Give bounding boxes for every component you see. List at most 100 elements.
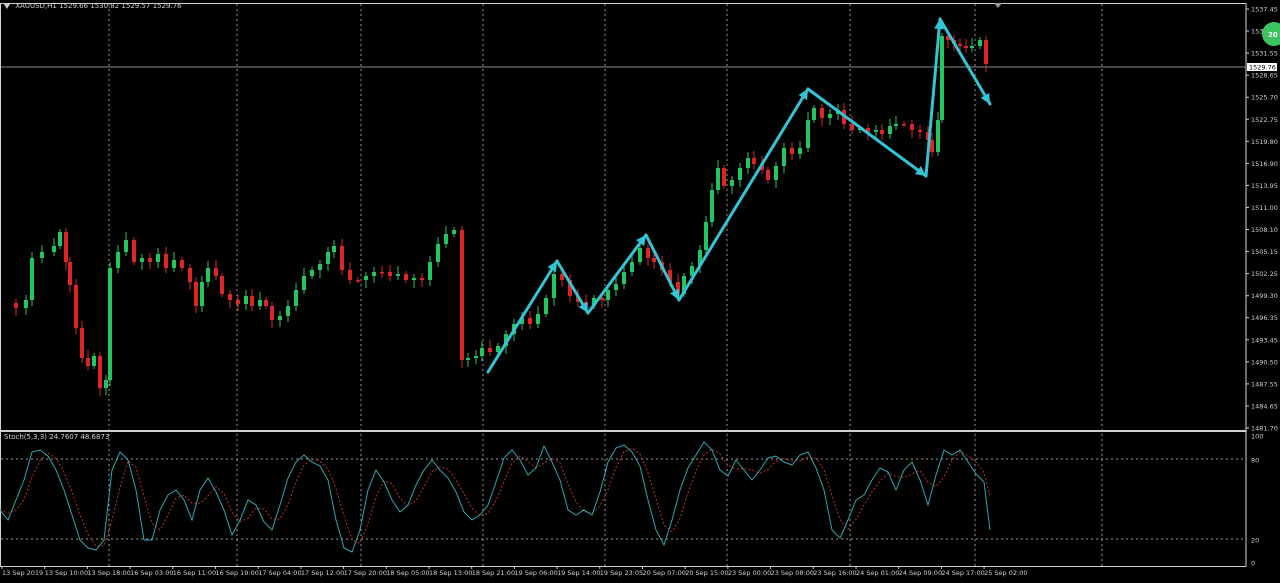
- time-label: 20 Sep 07:00: [643, 569, 686, 577]
- candle-body: [396, 274, 400, 276]
- candle-body: [206, 268, 210, 282]
- candle-body: [318, 264, 322, 270]
- candle-body: [894, 124, 898, 126]
- candle-body: [200, 282, 204, 306]
- price-label: 1490.50: [1251, 358, 1278, 366]
- time-label: 19 Sep 14:00: [557, 569, 600, 577]
- candle-body: [278, 316, 282, 320]
- candle-body: [716, 168, 720, 190]
- candle-body: [332, 246, 336, 252]
- candle-body: [544, 298, 548, 314]
- main-frame: [0, 3, 1247, 431]
- candle-body: [910, 124, 914, 130]
- candle-body: [936, 120, 940, 152]
- candle-body: [404, 274, 408, 280]
- candle-body: [14, 303, 18, 308]
- candle-body: [552, 274, 556, 298]
- price-label: 1531.55: [1251, 50, 1278, 58]
- trend-arrow-line: [644, 233, 681, 302]
- time-label: 23 Sep 00:00: [728, 569, 771, 577]
- trend-arrow-line: [586, 233, 648, 315]
- scroll-marker-icon: [994, 3, 1002, 8]
- time-label: 20 Sep 15:00: [685, 569, 728, 577]
- candle-body: [310, 270, 314, 276]
- time-label: 18 Sep 21:00: [472, 569, 515, 577]
- candle-body: [560, 274, 564, 280]
- trend-arrow-line: [938, 17, 992, 106]
- candle-body: [474, 356, 478, 358]
- candle-body: [258, 300, 262, 306]
- candle-body: [722, 168, 726, 186]
- candle-body: [140, 258, 144, 262]
- candle-body: [264, 300, 268, 306]
- price-label: 1505.15: [1251, 248, 1278, 256]
- chart-window[interactable]: 1537.45 1534. 1531.55 1528.65 1525.70 1522.75…: [0, 0, 1280, 579]
- candle-body: [148, 258, 152, 262]
- trend-arrow-line: [486, 259, 559, 374]
- price-label: 1511.00: [1251, 204, 1278, 212]
- indicator-label: Stoch(5,3,3) 24.7607 48.6873: [4, 433, 110, 441]
- candle-body: [194, 282, 198, 306]
- time-label: 23 Sep 08:00: [771, 569, 814, 577]
- candle-body: [58, 232, 62, 246]
- candle-body: [978, 40, 982, 46]
- axis-layer: 1537.451534.1531.551528.651525.701522.75…: [1, 3, 1280, 577]
- price-label: 1528.65: [1251, 72, 1278, 80]
- triangle-down-icon: [4, 3, 10, 9]
- candle-body: [444, 234, 448, 244]
- stoch-level-label: 20: [1251, 537, 1259, 545]
- candle-body: [270, 306, 274, 320]
- candle-body: [132, 240, 136, 262]
- candle-body: [606, 290, 610, 300]
- trend-arrows: [486, 17, 992, 374]
- time-label: 16 Sep 03:00: [130, 569, 173, 577]
- candle-body: [98, 356, 102, 388]
- candle-body: [880, 130, 884, 134]
- price-label: 1493.45: [1251, 336, 1278, 344]
- time-label: 18 Sep 05:00: [386, 569, 429, 577]
- candle-body: [704, 222, 708, 250]
- candle-body: [730, 180, 734, 186]
- candle-body: [488, 348, 492, 352]
- candle-body: [52, 246, 56, 252]
- candle-body: [630, 262, 634, 272]
- candle-body: [752, 158, 756, 164]
- chart-canvas[interactable]: 1537.451534.1531.551528.651525.701522.75…: [0, 0, 1280, 579]
- time-label: 24 Sep 01:00: [856, 569, 899, 577]
- candle-body: [74, 285, 78, 328]
- candle-body: [86, 358, 90, 366]
- candle-body: [614, 284, 618, 290]
- candle-body: [340, 246, 344, 270]
- candle-body: [782, 148, 786, 166]
- candle-body: [364, 276, 368, 280]
- candle-body: [622, 272, 626, 284]
- candle-body: [108, 268, 112, 380]
- candle-body: [428, 262, 432, 280]
- candle-body: [326, 252, 330, 264]
- candle-body: [236, 300, 240, 304]
- candle-body: [180, 260, 184, 268]
- price-label: 1537.45: [1251, 6, 1278, 14]
- candle-body: [460, 230, 464, 360]
- candle-body: [188, 268, 192, 282]
- candle-body: [466, 358, 470, 360]
- symbol-ohlc: 1529.66 1530.82 1529.57 1529.76: [59, 2, 182, 10]
- candle-body: [64, 232, 68, 262]
- candle-body: [790, 148, 794, 154]
- price-label: 1499.30: [1251, 292, 1278, 300]
- candle-body: [480, 348, 484, 356]
- candle-body: [380, 272, 384, 274]
- candle-body: [250, 296, 254, 306]
- candle-body: [302, 276, 306, 290]
- candle-body: [356, 280, 360, 282]
- candle-body: [388, 272, 392, 276]
- candle-body: [372, 272, 376, 276]
- candle-body: [820, 108, 824, 118]
- candle-body: [116, 252, 120, 268]
- candle-body: [214, 268, 218, 276]
- candle-body: [964, 46, 968, 48]
- time-label: 25 Sep 02:00: [984, 569, 1027, 577]
- price-label: 1522.75: [1251, 116, 1278, 124]
- candle-body: [940, 36, 944, 120]
- time-label: 17 Sep 12:00: [301, 569, 344, 577]
